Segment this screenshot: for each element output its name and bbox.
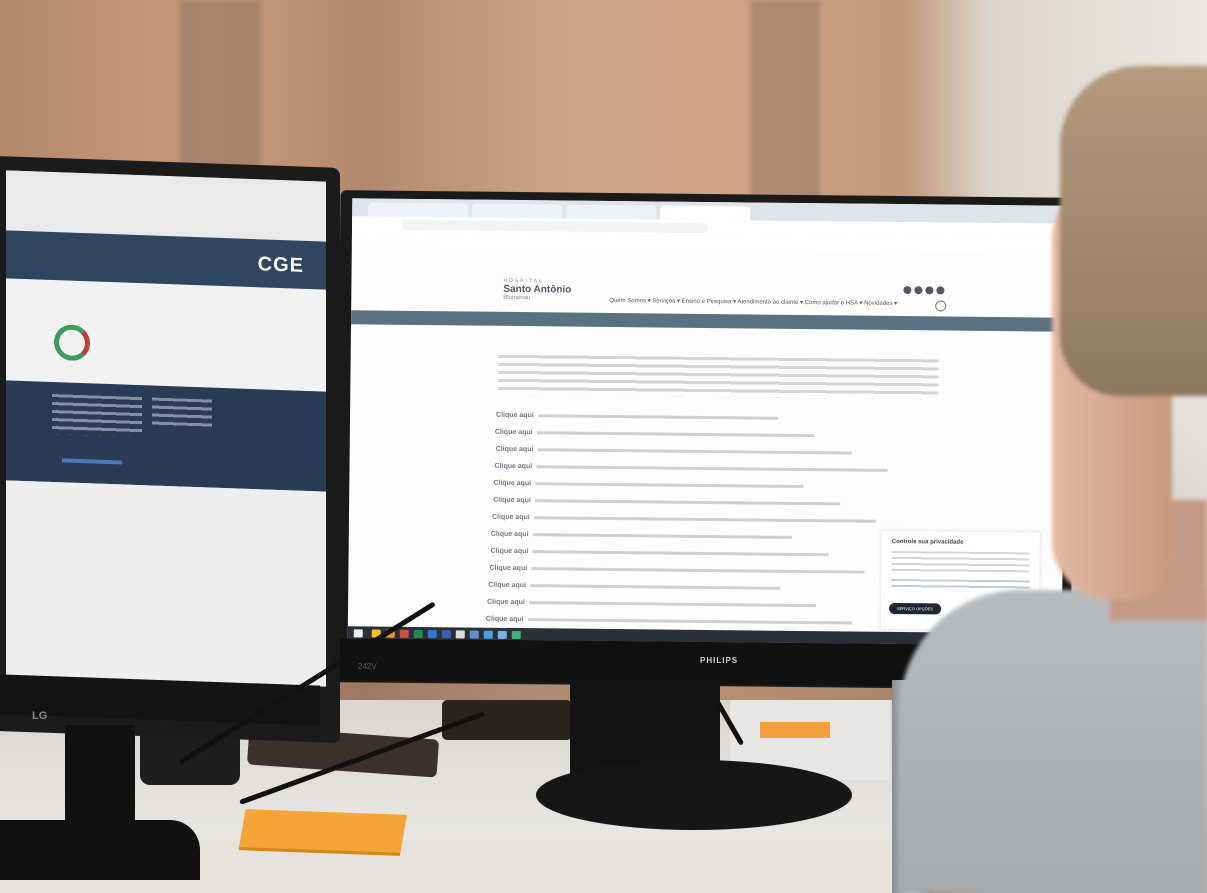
link-row-text <box>532 533 792 539</box>
taskbar-app-icon[interactable] <box>441 630 451 639</box>
facebook-icon[interactable] <box>914 286 923 295</box>
link-row[interactable]: Clique aqui <box>486 616 852 627</box>
link-row-label[interactable]: Clique aqui <box>491 548 529 555</box>
intro-paragraph <box>498 354 939 400</box>
browser-tab[interactable] <box>566 204 657 220</box>
taskbar-app-icon[interactable] <box>427 630 437 639</box>
lg-logo: LG <box>32 710 48 722</box>
footer-band <box>6 380 326 492</box>
link-row-label[interactable]: Clique aqui <box>489 565 527 572</box>
privacy-title: Controle sua privacidade <box>891 538 964 546</box>
link-row-label[interactable]: Clique aqui <box>492 514 530 521</box>
taskbar-app-icon[interactable] <box>455 630 465 639</box>
privacy-text <box>891 550 1030 573</box>
link-row-text <box>532 550 829 557</box>
link-row[interactable]: Clique aqui <box>496 412 778 422</box>
left-monitor-stand <box>65 725 135 835</box>
link-row-text <box>536 431 814 438</box>
search-icon[interactable] <box>935 300 947 312</box>
start-icon[interactable] <box>353 629 363 638</box>
link-row-label[interactable]: Clique aqui <box>496 412 534 419</box>
main-monitor-base <box>536 760 852 830</box>
site-menu[interactable]: Quem Somos ▾ Serviços ▾ Ensino e Pesquis… <box>609 297 897 307</box>
footer-link[interactable] <box>62 458 122 465</box>
link-row-label[interactable]: Clique aqui <box>496 446 534 453</box>
instagram-icon[interactable] <box>903 286 912 295</box>
link-row-text <box>535 482 804 488</box>
link-row[interactable]: Clique aqui <box>496 446 852 457</box>
link-row-text <box>529 584 781 590</box>
link-row[interactable]: Clique aqui <box>491 548 829 559</box>
link-row-label[interactable]: Clique aqui <box>487 599 525 606</box>
link-row-label[interactable]: Clique aqui <box>493 497 531 504</box>
link-row-label[interactable]: Clique aqui <box>493 480 531 487</box>
link-row-text <box>531 567 865 574</box>
sticky-note-pad <box>239 809 407 853</box>
link-row[interactable]: Clique aqui <box>487 599 816 609</box>
link-row-text <box>527 618 852 625</box>
link-row[interactable]: Clique aqui <box>495 429 814 439</box>
link-row-label[interactable]: Clique aqui <box>488 582 526 589</box>
link-row[interactable]: Clique aqui <box>488 582 781 592</box>
left-monitor-base <box>0 820 200 880</box>
taskbar-app-icon[interactable] <box>511 630 521 640</box>
browser-tab-active[interactable] <box>660 205 751 221</box>
person-hair <box>1060 66 1207 396</box>
browser-bar <box>6 170 326 242</box>
footer-address <box>52 394 142 438</box>
link-row-text <box>537 448 852 455</box>
left-monitor-screen: CGE <box>6 170 326 687</box>
link-row-text <box>533 516 876 523</box>
taskbar-app-icon[interactable] <box>469 630 479 639</box>
taskbar-app-icon[interactable] <box>497 630 507 639</box>
site-top-strip <box>352 256 1066 277</box>
link-row-text <box>537 414 778 420</box>
link-row[interactable]: Clique aqui <box>493 497 840 508</box>
link-row-text <box>536 465 888 472</box>
browser-tab[interactable] <box>472 203 563 219</box>
link-row-text <box>534 499 840 506</box>
cge-logo: CGE <box>257 253 304 277</box>
link-row-label[interactable]: Clique aqui <box>494 463 532 470</box>
philips-logo: PHILIPS <box>700 656 739 665</box>
sticky-note <box>760 722 830 738</box>
site-logo[interactable]: HOSPITAL Santo Antônio Blumenau <box>503 278 571 302</box>
footer-contacts <box>152 397 212 430</box>
site-banner-bar <box>351 310 1066 332</box>
link-row[interactable]: Clique aqui <box>493 480 804 490</box>
browser-tab[interactable] <box>368 202 469 218</box>
link-row[interactable]: Clique aqui <box>492 514 876 525</box>
link-row[interactable]: Clique aqui <box>494 463 888 474</box>
loading-ring-icon <box>54 324 90 362</box>
privacy-options-button[interactable]: SERVIÇO OPÇÕES <box>889 602 942 615</box>
person-shirt <box>900 590 1207 893</box>
taskbar-app-icon[interactable] <box>483 630 493 639</box>
page-body <box>6 480 326 687</box>
logo-subtitle: Blumenau <box>503 294 531 302</box>
linkedin-icon[interactable] <box>936 286 945 295</box>
youtube-icon[interactable] <box>925 286 934 295</box>
model-label: 242V <box>358 662 377 671</box>
link-row[interactable]: Clique aqui <box>491 531 792 541</box>
link-row-label[interactable]: Clique aqui <box>495 429 533 436</box>
logo-title: Santo Antônio <box>503 283 572 296</box>
link-row-text <box>528 601 816 608</box>
taskbar-app-icon[interactable] <box>413 629 423 639</box>
link-row[interactable]: Clique aqui <box>489 565 865 576</box>
main-monitor-screen: HOSPITAL Santo Antônio Blumenau Quem Som… <box>347 198 1067 646</box>
link-row-label[interactable]: Clique aqui <box>486 616 524 623</box>
chrome-icon[interactable] <box>399 629 409 638</box>
link-row-label[interactable]: Clique aqui <box>491 531 529 538</box>
